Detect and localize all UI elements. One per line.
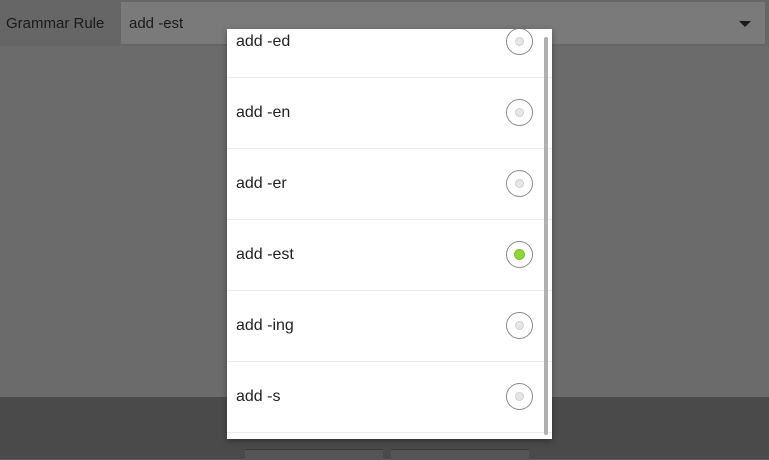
grammar-rule-label: Grammar Rule	[6, 15, 105, 32]
radio-button-checked[interactable]	[506, 241, 533, 268]
option-label: add -est	[236, 246, 294, 263]
radio-button[interactable]	[506, 29, 533, 55]
option-label: add -ed	[236, 33, 291, 50]
option-add-est[interactable]: add -est	[227, 220, 552, 291]
option-add-ed[interactable]: add -ed	[227, 29, 552, 78]
option-add-er[interactable]: add -er	[227, 149, 552, 220]
bottom-button-left[interactable]	[245, 449, 383, 460]
option-label: add -ing	[236, 317, 294, 334]
option-label: add -er	[236, 175, 287, 192]
option-label: add -en	[236, 104, 291, 121]
option-add-en[interactable]: add -en	[227, 78, 552, 149]
option-add-ing[interactable]: add -ing	[227, 291, 552, 362]
list-scrollbar[interactable]	[544, 37, 548, 435]
radio-button[interactable]	[506, 383, 533, 410]
radio-button[interactable]	[506, 170, 533, 197]
grammar-rule-options-dialog: add -ed add -en add -er add -est add -in…	[227, 29, 552, 439]
options-list: add -ed add -en add -er add -est add -in…	[227, 29, 552, 433]
radio-button[interactable]	[506, 99, 533, 126]
dropdown-arrow-icon	[739, 21, 751, 27]
spinner-selected-value: add -est	[129, 15, 184, 32]
radio-button[interactable]	[506, 312, 533, 339]
bottom-button-right[interactable]	[391, 449, 529, 460]
option-add-s[interactable]: add -s	[227, 362, 552, 433]
option-label: add -s	[236, 388, 281, 405]
